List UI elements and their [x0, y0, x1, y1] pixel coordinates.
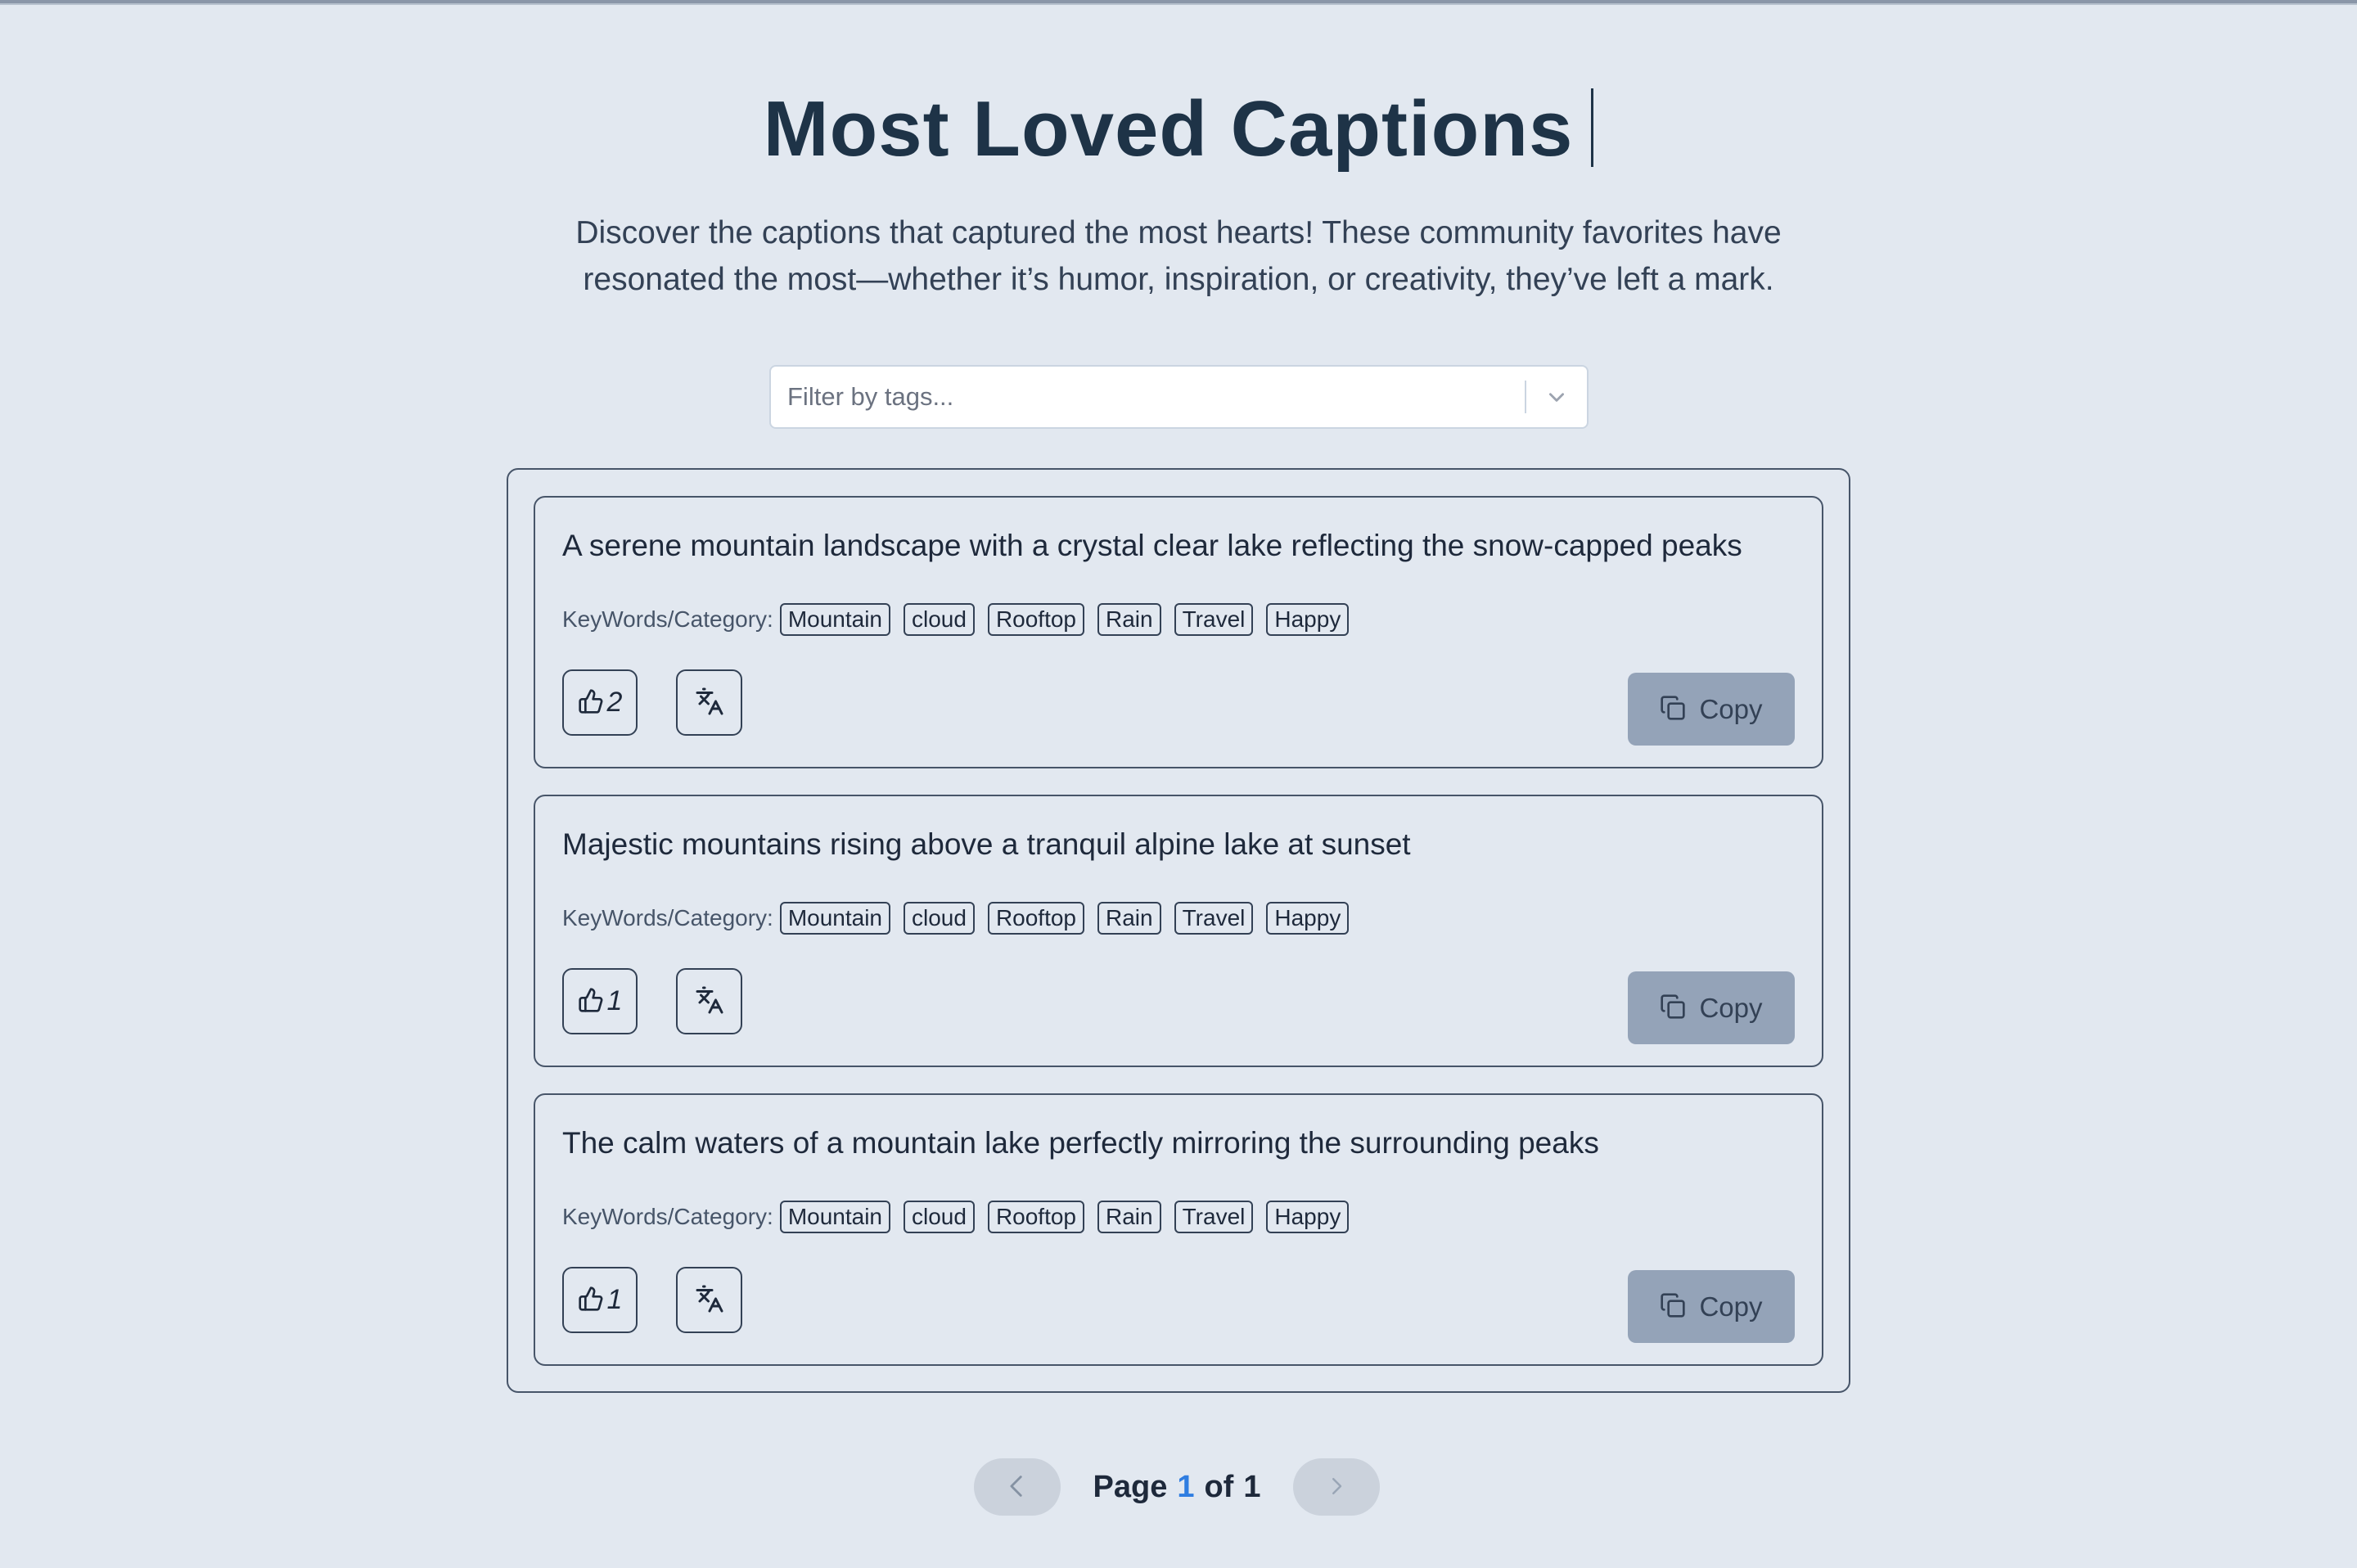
- tag-chip: Rain: [1097, 902, 1161, 935]
- thumbs-up-icon: [578, 1286, 604, 1314]
- like-count: 1: [606, 985, 623, 1016]
- caption-text: A serene mountain landscape with a cryst…: [562, 529, 1742, 562]
- typing-caret: [1591, 88, 1594, 167]
- tag-chip: cloud: [904, 1201, 975, 1233]
- translate-icon: [695, 687, 724, 719]
- copy-button[interactable]: Copy: [1628, 673, 1795, 746]
- like-button[interactable]: 1: [562, 1267, 638, 1333]
- caption-tags: KeyWords/Category: Mountain cloud Roofto…: [562, 1200, 1350, 1234]
- tag-chip: Mountain: [779, 902, 890, 935]
- tag-chip: Happy: [1266, 902, 1350, 935]
- chevron-down-icon[interactable]: [1526, 367, 1587, 427]
- copy-label: Copy: [1699, 1291, 1763, 1322]
- copy-icon: [1660, 695, 1686, 723]
- thumbs-up-icon: [578, 688, 604, 717]
- caption-card: Majestic mountains rising above a tranqu…: [534, 795, 1823, 1067]
- tag-chip: Rooftop: [987, 603, 1085, 636]
- caption-text: The calm waters of a mountain lake perfe…: [562, 1126, 1599, 1160]
- tag-chip: Happy: [1266, 1201, 1350, 1233]
- tag-chip: Travel: [1174, 603, 1254, 636]
- tag-chip: Mountain: [779, 603, 890, 636]
- translate-button[interactable]: [676, 669, 742, 736]
- translate-button[interactable]: [676, 1267, 742, 1333]
- caption-card: A serene mountain landscape with a cryst…: [534, 496, 1823, 768]
- copy-button[interactable]: Copy: [1628, 971, 1795, 1044]
- page-word: Page: [1093, 1469, 1168, 1504]
- copy-icon: [1660, 994, 1686, 1022]
- next-page-button[interactable]: [1293, 1458, 1380, 1516]
- of-word: of: [1204, 1469, 1234, 1504]
- translate-icon: [695, 985, 724, 1017]
- copy-label: Copy: [1699, 693, 1763, 724]
- previous-page-button[interactable]: [974, 1458, 1061, 1516]
- tag-chip: cloud: [904, 902, 975, 935]
- caption-tags: KeyWords/Category: Mountain cloud Roofto…: [562, 901, 1350, 935]
- caption-tags: KeyWords/Category: Mountain cloud Roofto…: [562, 602, 1350, 637]
- translate-button[interactable]: [676, 968, 742, 1034]
- keywords-label: KeyWords/Category:: [562, 606, 773, 632]
- pagination: Page 1 of 1: [0, 1458, 2357, 1516]
- translate-icon: [695, 1284, 724, 1316]
- tag-chip: cloud: [904, 603, 975, 636]
- keywords-label: KeyWords/Category:: [562, 1204, 773, 1229]
- chevron-right-icon: [1324, 1474, 1349, 1501]
- tag-chip: Rooftop: [987, 1201, 1085, 1233]
- page-title: Most Loved Captions: [0, 75, 2357, 183]
- thumbs-up-icon: [578, 987, 604, 1016]
- tag-chip: Rooftop: [987, 902, 1085, 935]
- keywords-label: KeyWords/Category:: [562, 905, 773, 930]
- caption-text: Majestic mountains rising above a tranqu…: [562, 827, 1411, 861]
- tag-chip: Mountain: [779, 1201, 890, 1233]
- like-count: 1: [606, 1284, 623, 1315]
- current-page-number: 1: [1177, 1469, 1195, 1504]
- copy-button[interactable]: Copy: [1628, 1270, 1795, 1343]
- like-button[interactable]: 1: [562, 968, 638, 1034]
- tag-chip: Rain: [1097, 1201, 1161, 1233]
- tag-chip: Travel: [1174, 902, 1254, 935]
- page: Most Loved Captions Discover the caption…: [0, 0, 2357, 1568]
- tag-chip: Happy: [1266, 603, 1350, 636]
- copy-label: Copy: [1699, 992, 1763, 1023]
- caption-card: The calm waters of a mountain lake perfe…: [534, 1093, 1823, 1366]
- like-button[interactable]: 2: [562, 669, 638, 736]
- tag-filter-select[interactable]: [769, 365, 1589, 429]
- tag-chip: Travel: [1174, 1201, 1254, 1233]
- page-title-text: Most Loved Captions: [763, 85, 1574, 173]
- tag-chip: Rain: [1097, 603, 1161, 636]
- copy-icon: [1660, 1292, 1686, 1321]
- total-pages: 1: [1243, 1469, 1261, 1504]
- chevron-left-icon: [1003, 1472, 1031, 1503]
- page-description: Discover the captions that captured the …: [575, 215, 1782, 297]
- page-indicator: Page 1 of 1: [1061, 1458, 1293, 1516]
- tag-filter-input[interactable]: [771, 367, 1525, 427]
- like-count: 2: [606, 687, 623, 718]
